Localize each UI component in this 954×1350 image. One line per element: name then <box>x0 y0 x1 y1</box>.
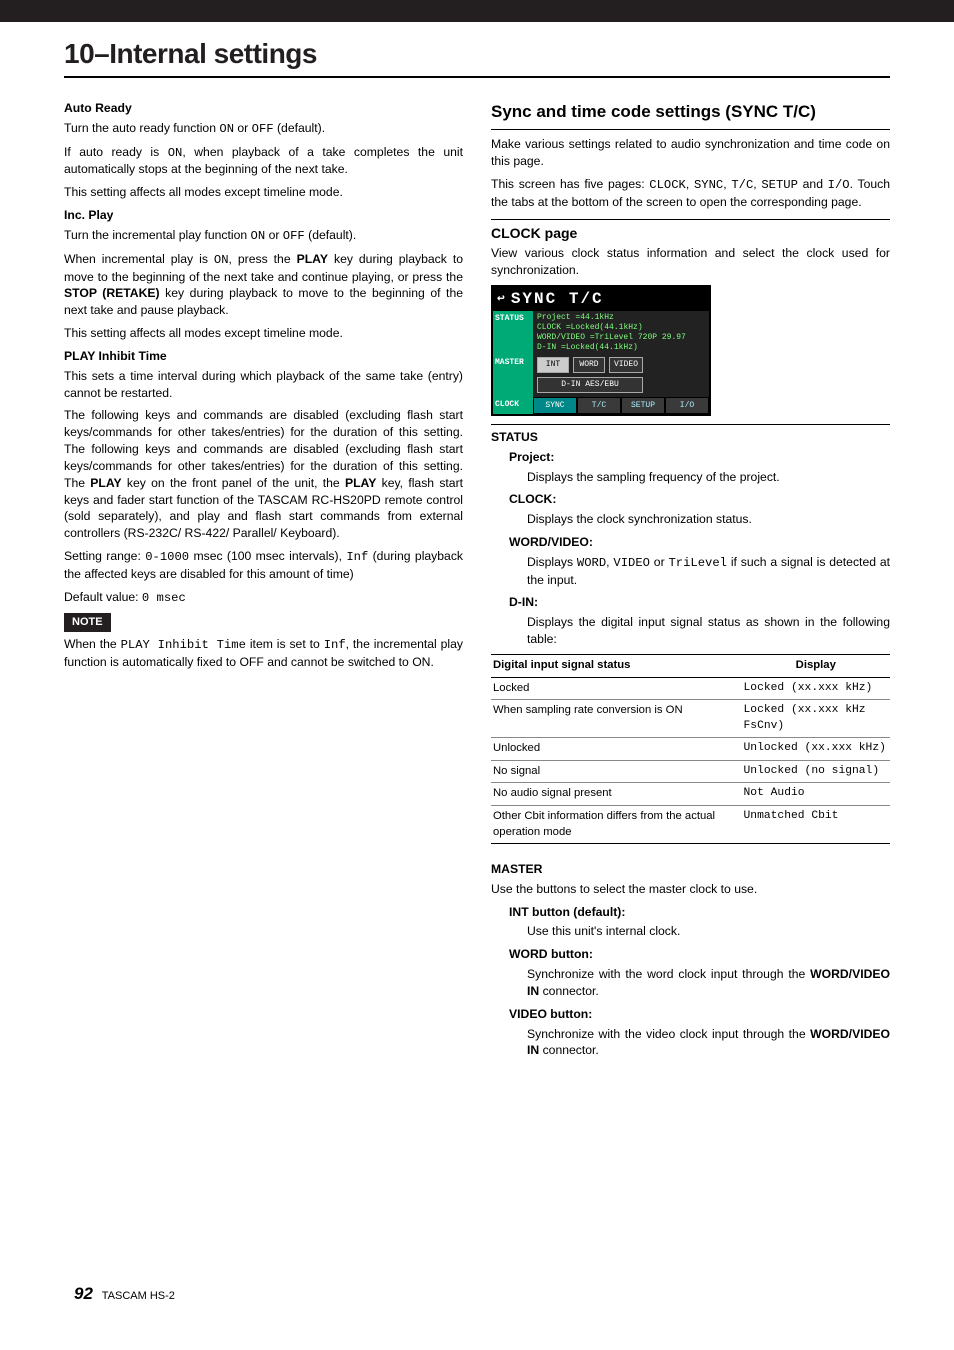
inc-play-p2: When incremental play is ON, press the P… <box>64 251 463 319</box>
auto-ready-p1: Turn the auto ready function ON or OFF (… <box>64 120 463 138</box>
right-column: Sync and time code settings (SYNC T/C) M… <box>491 100 890 1065</box>
heading-video-btn: VIDEO button: <box>509 1006 890 1023</box>
inc-play-p3: This setting affects all modes except ti… <box>64 325 463 342</box>
heading-project: Project: <box>509 449 890 466</box>
note-badge: NOTE <box>64 613 111 632</box>
r2c1: Unlocked (xx.xxx kHz) <box>742 738 890 761</box>
scr-btn-int: INT <box>537 357 569 373</box>
note-text: When the PLAY Inhibit Time item is set t… <box>64 636 463 671</box>
heading-word-btn: WORD button: <box>509 946 890 963</box>
rule-clock <box>491 219 890 220</box>
section-sync-title: Sync and time code settings (SYNC T/C) <box>491 100 890 123</box>
heading-master: MASTER <box>491 861 890 878</box>
r1c0: When sampling rate conversion is ON <box>491 700 742 738</box>
scr-tab-io: I/O <box>665 397 709 414</box>
scr-status-body: Project =44.1kHz CLOCK =Locked(44.1kHz) … <box>533 311 709 355</box>
scr-btn-word: WORD <box>573 357 605 373</box>
r4c0: No audio signal present <box>491 783 742 806</box>
clock-desc: Displays the clock synchronization statu… <box>509 511 890 528</box>
rule-status <box>491 424 890 425</box>
sync-tc-screenshot: ↩ SYNC T/C STATUS Project =44.1kHz CLOCK… <box>491 285 890 416</box>
scr-status-label: STATUS <box>493 311 533 355</box>
auto-ready-p3: This setting affects all modes except ti… <box>64 184 463 201</box>
heading-status: STATUS <box>491 429 890 446</box>
master-desc: Use the buttons to select the master clo… <box>491 881 890 898</box>
r1c1: Locked (xx.xxx kHz FsCnv) <box>742 700 890 738</box>
scr-btn-video: VIDEO <box>609 357 643 373</box>
rule-sync <box>491 129 890 130</box>
inhibit-default: Default value: 0 msec <box>64 589 463 607</box>
scr-master-label: MASTER <box>493 355 533 397</box>
r0c0: Locked <box>491 677 742 700</box>
int-btn-desc: Use this unit's internal clock. <box>509 923 890 940</box>
back-arrow-icon: ↩ <box>497 290 507 308</box>
heading-din: D-IN: <box>509 594 890 611</box>
word-btn-desc: Synchronize with the word clock input th… <box>509 966 890 1000</box>
r5c1: Unmatched Cbit <box>742 806 890 844</box>
chapter-title: 10–Internal settings <box>0 22 954 76</box>
din-desc: Displays the digital input signal status… <box>509 614 890 648</box>
inhibit-p1: This sets a time interval during which p… <box>64 368 463 402</box>
digital-input-table: Digital input signal status Display Lock… <box>491 654 890 844</box>
r3c0: No signal <box>491 760 742 783</box>
r2c0: Unlocked <box>491 738 742 761</box>
video-btn-desc: Synchronize with the video clock input t… <box>509 1026 890 1060</box>
clock-page-desc: View various clock status information an… <box>491 245 890 279</box>
r4c1: Not Audio <box>742 783 890 806</box>
sync-p2: This screen has five pages: CLOCK, SYNC,… <box>491 176 890 211</box>
footer: 92 TASCAM HS-2 <box>74 1284 175 1304</box>
heading-inc-play: Inc. Play <box>64 207 463 224</box>
page-number: 92 <box>74 1284 93 1303</box>
heading-int-btn: INT button (default): <box>509 904 890 921</box>
inc-play-p1: Turn the incremental play function ON or… <box>64 227 463 245</box>
inhibit-range: Setting range: 0-1000 msec (100 msec int… <box>64 548 463 583</box>
sync-p1: Make various settings related to audio s… <box>491 136 890 170</box>
r5c0: Other Cbit information differs from the … <box>491 806 742 844</box>
heading-clock-page: CLOCK page <box>491 224 890 243</box>
project-desc: Displays the sampling frequency of the p… <box>509 469 890 486</box>
scr-tab-setup: SETUP <box>621 397 665 414</box>
columns: Auto Ready Turn the auto ready function … <box>0 78 954 1065</box>
scr-tab-tc: T/C <box>577 397 621 414</box>
r3c1: Unlocked (no signal) <box>742 760 890 783</box>
inhibit-p2: The following keys and commands are disa… <box>64 407 463 542</box>
left-column: Auto Ready Turn the auto ready function … <box>64 100 463 1065</box>
heading-word-video: WORD/VIDEO: <box>509 534 890 551</box>
th-status: Digital input signal status <box>491 654 742 677</box>
heading-clock: CLOCK: <box>509 491 890 508</box>
th-display: Display <box>742 654 890 677</box>
r0c1: Locked (xx.xxx kHz) <box>742 677 890 700</box>
footer-model: TASCAM HS-2 <box>102 1290 175 1302</box>
auto-ready-p2: If auto ready is ON, when playback of a … <box>64 144 463 179</box>
scr-title-text: SYNC T/C <box>511 288 604 310</box>
heading-auto-ready: Auto Ready <box>64 100 463 117</box>
word-video-desc: Displays WORD, VIDEO or TriLevel if such… <box>509 554 890 589</box>
scr-clock-label: CLOCK <box>493 397 533 414</box>
top-bar <box>0 0 954 22</box>
heading-play-inhibit: PLAY Inhibit Time <box>64 348 463 365</box>
scr-tab-sync: SYNC <box>533 397 577 414</box>
scr-btn-din: D-IN AES/EBU <box>537 377 643 393</box>
